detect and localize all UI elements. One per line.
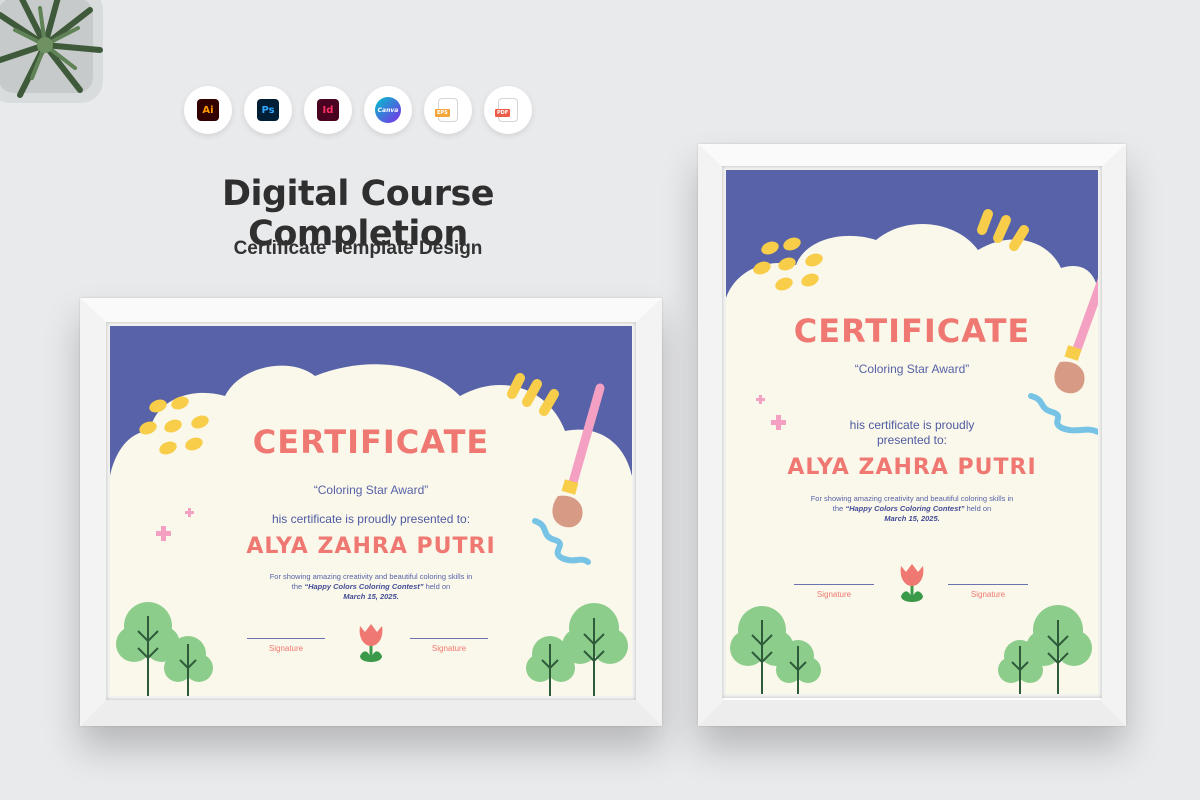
body-line-2-pre: the [291, 582, 305, 592]
recipient-name: ALYA ZAHRA PUTRI [246, 534, 496, 559]
landscape-frame: Certificate “Coloring Star Award” his ce… [80, 298, 662, 726]
succulent-plant-image [0, 0, 103, 103]
portrait-frame: Certificate “Coloring Star Award” his ce… [698, 144, 1126, 726]
award-date: March 15, 2025. [110, 592, 632, 602]
signature-line-right [410, 638, 488, 639]
eps-tag: EPS [435, 109, 450, 117]
canva-icon: Canva [364, 86, 412, 134]
illustrator-glyph: Ai [197, 99, 219, 121]
contest-name: “Happy Colors Coloring Contest” [304, 582, 424, 592]
pdf-tag: PDF [495, 109, 511, 117]
body-line-2: the “Happy Colors Coloring Contest” held… [110, 582, 632, 592]
indesign-glyph: Id [317, 99, 339, 121]
signature-line-left [247, 638, 325, 639]
pdf-file-glyph: PDF [495, 98, 518, 122]
portrait-signature-line-right [948, 584, 1028, 585]
portrait-presented-text-1: his certificate is proudly [849, 418, 975, 432]
portrait-award-date: March 15, 2025. [726, 514, 1098, 524]
portrait-body-line-2-post: held on [964, 504, 992, 514]
portrait-body-line-2-pre: the [832, 504, 846, 514]
eps-file-icon: EPS [424, 86, 472, 134]
portrait-signature-label-left: Signature [816, 590, 852, 599]
portrait-certificate-body: For showing amazing creativity and beaut… [726, 494, 1098, 524]
portrait-body-line-1: For showing amazing creativity and beaut… [810, 494, 1014, 503]
certificate-heading: Certificate [252, 423, 490, 461]
award-title: “Coloring Star Award” [313, 483, 429, 497]
portrait-certificate-artwork [726, 170, 1098, 694]
portrait-signature-label-right: Signature [970, 590, 1006, 599]
body-line-2-post: held on [423, 582, 451, 592]
landscape-certificate-artwork [110, 326, 632, 696]
eps-file-glyph: EPS [435, 98, 458, 122]
page-subtitle: Certificate Template Design [233, 238, 483, 259]
portrait-presented-text-2: presented to: [876, 433, 948, 447]
portrait-signature-line-left [794, 584, 874, 585]
portrait-contest-name: “Happy Colors Coloring Contest” [845, 504, 965, 514]
photoshop-glyph: Ps [257, 99, 279, 121]
body-line-1: For showing amazing creativity and beaut… [269, 572, 473, 581]
signature-label-right: Signature [431, 644, 467, 653]
landscape-certificate: Certificate “Coloring Star Award” his ce… [110, 326, 632, 696]
app-icons-row: Ai Ps Id Canva EPS PDF [184, 86, 532, 134]
portrait-recipient-name: ALYA ZAHRA PUTRI [787, 455, 1037, 480]
indesign-icon: Id [304, 86, 352, 134]
illustrator-icon: Ai [184, 86, 232, 134]
pdf-file-icon: PDF [484, 86, 532, 134]
certificate-body: For showing amazing creativity and beaut… [110, 572, 632, 602]
portrait-certificate-heading: Certificate [793, 312, 1031, 350]
canva-glyph: Canva [375, 97, 401, 123]
photoshop-icon: Ps [244, 86, 292, 134]
portrait-body-line-2: the “Happy Colors Coloring Contest” held… [726, 504, 1098, 514]
portrait-award-title: “Coloring Star Award” [854, 362, 970, 376]
signature-label-left: Signature [268, 644, 304, 653]
award-date-text: March 15, 2025. [343, 592, 399, 602]
portrait-award-date-text: March 15, 2025. [884, 514, 940, 524]
portrait-certificate: Certificate “Coloring Star Award” his ce… [726, 170, 1098, 694]
presented-text: his certificate is proudly presented to: [271, 512, 471, 526]
